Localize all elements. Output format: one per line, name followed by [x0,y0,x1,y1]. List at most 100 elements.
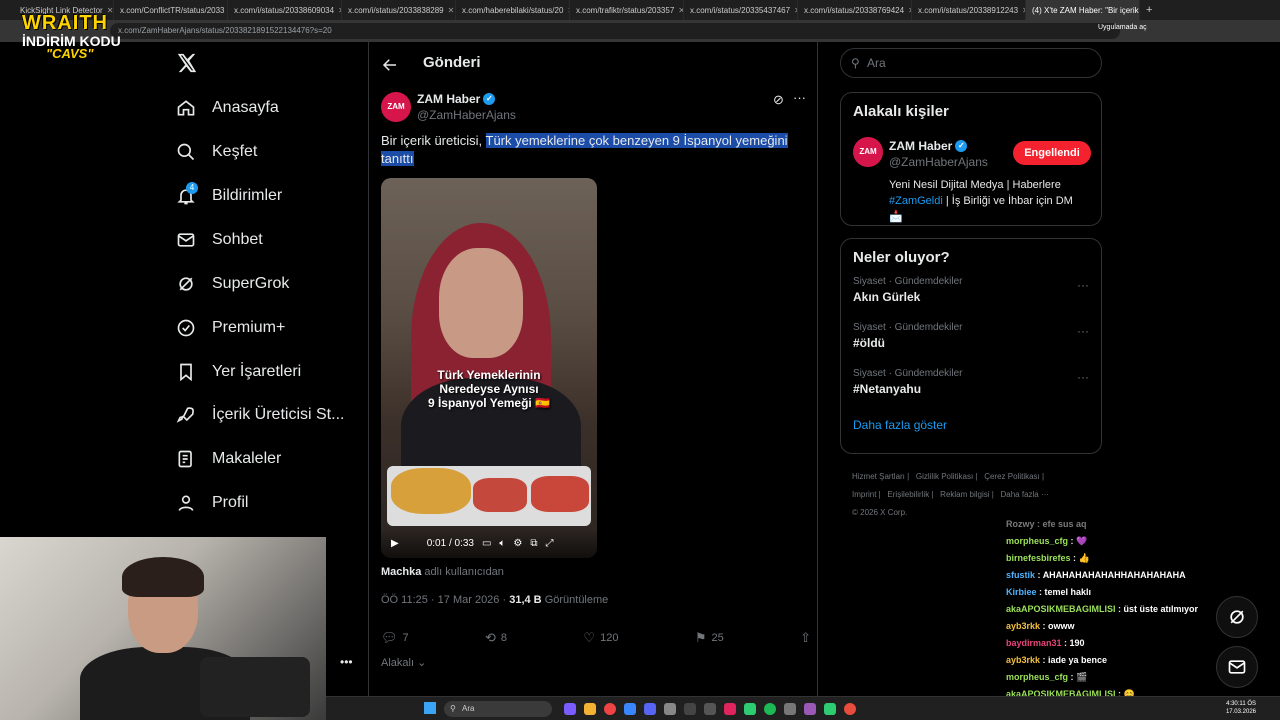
bookmark-button[interactable]: ⚑ 25 [695,630,724,646]
taskbar-app-icon[interactable] [784,703,796,715]
x-logo-icon[interactable] [176,52,198,74]
blocked-button[interactable]: Engellendi [1013,141,1091,165]
trend-item[interactable]: Siyaset · Gündemdekiler #öldü ··· [841,322,1101,368]
related-person-name[interactable]: ZAM Haber ✓ [889,139,968,153]
taskbar-app-icon[interactable] [844,703,856,715]
more-options-icon[interactable]: ··· [1077,324,1089,338]
nav-home[interactable]: Anasayfa [176,98,279,118]
taskbar-app-icon[interactable] [824,703,836,715]
more-options-icon[interactable]: ••• [340,655,353,669]
taskbar-clock[interactable]: 4:30:11 ÖS 17.03.2026 [1216,700,1256,716]
related-person-handle[interactable]: @ZamHaberAjans [889,155,988,169]
nav-articles[interactable]: Makaleler [176,449,281,469]
footer-link[interactable]: Reklam bilgisi [940,490,989,499]
taskbar-app-icon[interactable] [584,703,596,715]
browser-tab[interactable]: x.com/i/status/20335437467✕ [684,0,798,20]
footer-link[interactable]: Çerez Politikası [984,472,1040,481]
tab-label: x.com/trafiktr/status/203357 [576,5,675,15]
chrome-icon[interactable] [604,703,616,715]
nav-notifications[interactable]: 4 Bildirimler [176,182,282,206]
fullscreen-icon[interactable]: ⤢ [546,538,554,549]
browser-tab[interactable]: x.com/i/status/20338769424✕ [798,0,912,20]
video-player[interactable]: Türk Yemeklerinin Neredeyse Aynısı 9 İsp… [381,178,597,558]
trend-name: Akın Gürlek [853,290,921,304]
volume-icon[interactable]: 🔈︎ [499,538,505,549]
share-button[interactable]: ⇧ [800,630,811,646]
grok-icon[interactable]: ⊘ [773,92,784,108]
taskbar-app-icon[interactable] [704,703,716,715]
nav-supergrok[interactable]: SuperGrok [176,274,289,294]
chat-user: ayb3rkk [1006,655,1041,665]
page-title: Gönderi [423,54,481,71]
taskbar-app-icon[interactable] [644,703,656,715]
footer-link[interactable]: Daha fazla ··· [1001,490,1049,499]
related-person-avatar[interactable]: ZAM [853,137,883,167]
nav-profile[interactable]: Profil [176,493,248,513]
verified-badge-icon: ✓ [483,93,496,105]
trend-item[interactable]: Siyaset · Gündemdekiler #Netanyahu ··· [841,368,1101,414]
repost-count: 8 [500,632,508,644]
footer-link[interactable]: Gizlilik Politikası [916,472,973,481]
chat-user: Rozwy [1006,519,1035,529]
chat-text: efe sus aq [1042,519,1087,529]
nav-label: Premium+ [212,319,286,336]
taskbar-app-icon[interactable] [624,703,636,715]
close-tab-icon[interactable]: ✕ [448,6,455,15]
taskbar-app-icon[interactable] [724,703,736,715]
nav-chat[interactable]: Sohbet [176,230,263,250]
open-in-app-button[interactable]: Uygulamada aç [1098,24,1147,31]
new-tab-icon[interactable]: + [1146,4,1152,16]
browser-tab[interactable]: x.com/i/status/20338912243✕ [912,0,1026,20]
show-more-link[interactable]: Daha fazla göster [841,414,1101,436]
tab-label: x.com/i/status/20338609034 [234,5,335,15]
author-name[interactable]: ZAM Haber ✓ [417,92,496,106]
more-options-icon[interactable]: ··· [793,90,806,105]
trend-name: #öldü [853,336,885,350]
nav-creator-studio[interactable]: İçerik Üreticisi St... [176,405,344,425]
grok-fab-button[interactable] [1216,596,1258,638]
related-dropdown[interactable]: Alakalı ⌄ [381,656,426,669]
browser-tab[interactable]: x.com/i/status/20338609034✕ [228,0,342,20]
bio-hashtag[interactable]: #ZamGeldi [889,195,943,207]
taskbar-app-icon[interactable] [744,703,756,715]
back-arrow-icon[interactable] [381,56,399,74]
repost-button[interactable]: ⟲ 8 [485,630,507,646]
taskbar-app-icon[interactable] [804,703,816,715]
footer-link[interactable]: Hizmet Şartları [852,472,905,481]
taskbar-search[interactable]: ⚲ Ara [444,701,552,717]
nav-label: Anasayfa [212,99,279,116]
chevron-down-icon: ⌄ [414,657,427,669]
taskbar-app-icon[interactable] [664,703,676,715]
captions-icon[interactable]: ▭ [482,538,491,549]
more-options-icon[interactable]: ··· [1077,370,1089,384]
browser-tab-active[interactable]: (4) X'te ZAM Haber: "Bir içerik✕ [1026,0,1140,20]
nav-premium[interactable]: Premium+ [176,318,285,338]
like-button[interactable]: ♡ 120 [583,630,618,646]
nav-explore[interactable]: Keşfet [176,142,257,162]
like-count: 120 [600,632,619,644]
more-options-icon[interactable]: ··· [1077,278,1089,292]
reply-button[interactable]: 💬︎ 7 [381,630,409,646]
url-input[interactable]: x.com/ZamHaberAjans/status/2033821891522… [110,23,1120,39]
post-timestamp[interactable]: ÖÖ 11:25 · 17 Mar 2026 · [381,594,509,606]
windows-start-icon[interactable] [424,702,436,714]
browser-tab[interactable]: x.com/i/status/2033838289 ✕ [342,0,456,20]
pip-icon[interactable]: ⧉ [530,538,537,549]
browser-tab[interactable]: x.com/trafiktr/status/203357✕ [570,0,684,20]
messages-fab-button[interactable] [1216,646,1258,688]
attribution-user[interactable]: Machka [381,566,421,578]
author-avatar[interactable]: ZAM [381,92,411,122]
search-input[interactable]: ⚲ Ara [840,48,1102,78]
trend-item[interactable]: Siyaset · Gündemdekiler Akın Gürlek ··· [841,276,1101,322]
spotify-icon[interactable] [764,703,776,715]
footer-link[interactable]: Imprint [852,490,876,499]
play-icon[interactable]: ▶ [391,538,399,549]
taskbar-app-icon[interactable] [684,703,696,715]
chat-message: morpheus_cfg : 💜 [1006,536,1088,546]
settings-icon[interactable]: ⚙︎ [513,538,522,549]
author-handle[interactable]: @ZamHaberAjans [417,108,516,122]
nav-bookmarks[interactable]: Yer İşaretleri [176,362,301,382]
browser-tab[interactable]: x.com/haberebilaki/status/20✕ [456,0,570,20]
footer-link[interactable]: Erişilebilirlik [887,490,929,499]
taskbar-app-icon[interactable] [564,703,576,715]
